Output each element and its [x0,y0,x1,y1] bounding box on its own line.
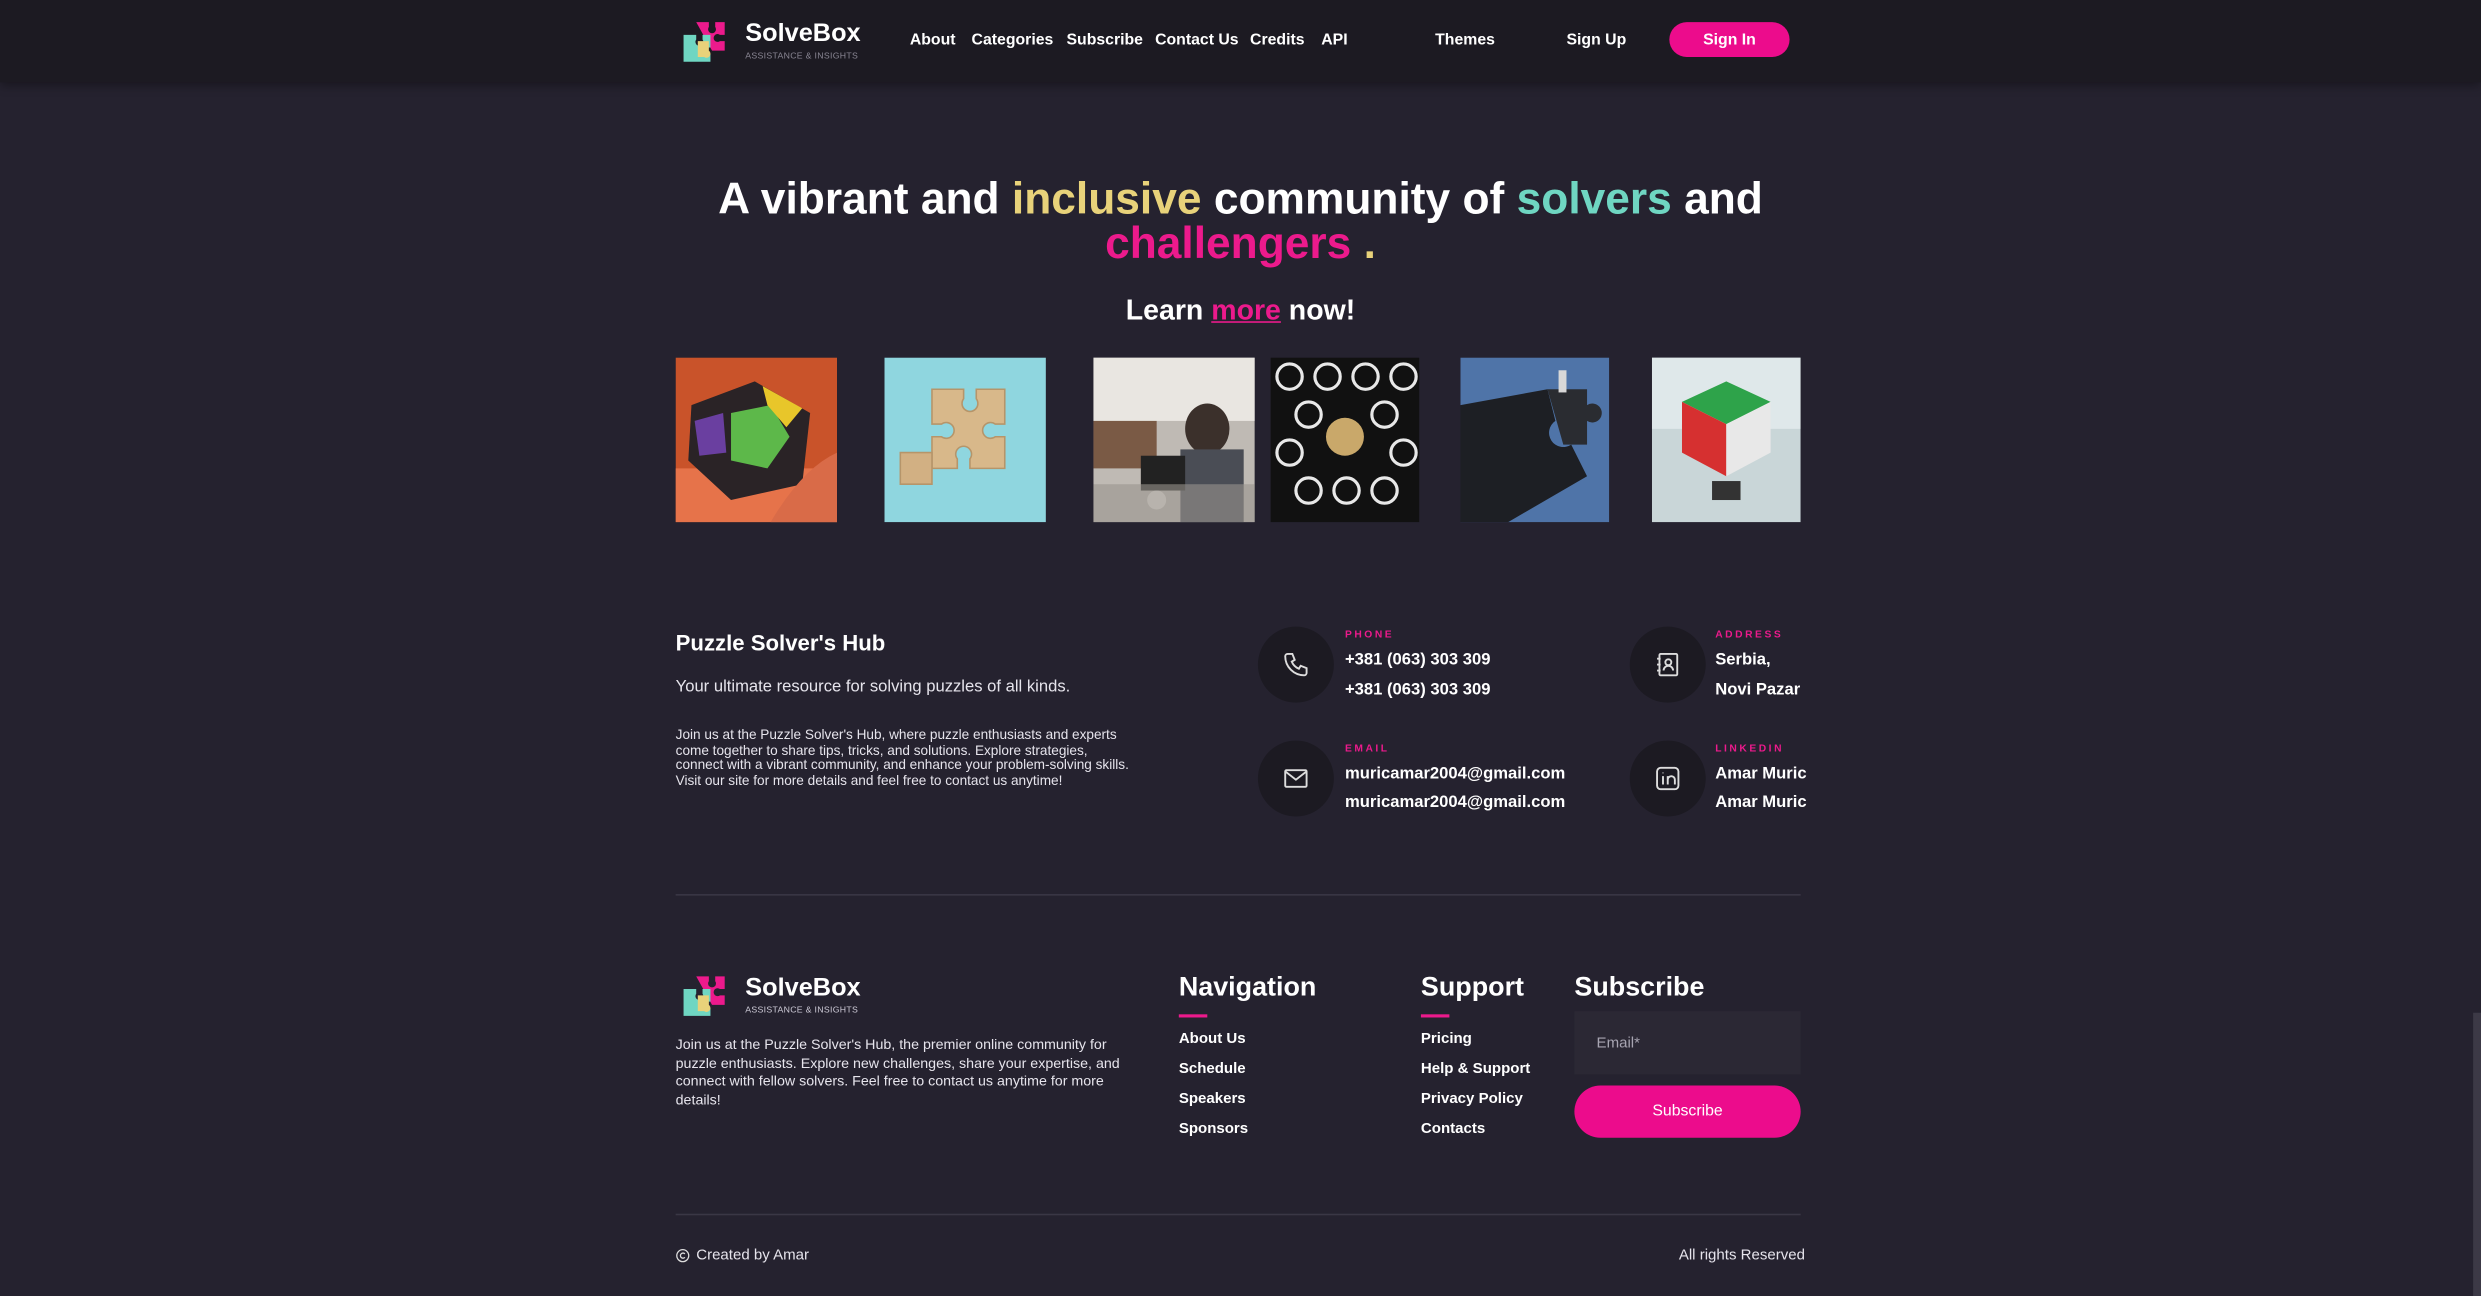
hero-heading-line1: A vibrant and inclusive community of sol… [608,174,1874,224]
brand-tagline: ASSISTANCE & INSIGHTS [745,52,859,62]
brand-name[interactable]: SolveBox [745,21,860,49]
footer-divider [675,1213,1801,1216]
hub-title: Puzzle Solver's Hub [675,629,886,656]
email-icon-circle [1257,740,1334,817]
nav-subscribe[interactable]: Subscribe [1066,32,1143,49]
support-underline [1420,1014,1450,1018]
signin-button[interactable]: Sign In [1669,22,1790,57]
linkedin-value-1[interactable]: Amar Muric [1715,764,1806,783]
brain-heads-pattern-image [1270,357,1420,523]
subscribe-heading: Subscribe [1574,971,1705,1002]
footer-link-contacts[interactable]: Contacts [1421,1120,1485,1137]
subscribe-email-input[interactable] [1574,1011,1801,1075]
linkedin-icon-circle [1629,740,1706,817]
copyright-icon [676,1249,690,1263]
footer-link-schedule[interactable]: Schedule [1179,1060,1246,1077]
nav-categories[interactable]: Categories [972,32,1054,49]
themes-button[interactable]: Themes [1435,32,1495,49]
hero-heading-line2: challengers . [608,218,1874,268]
address-book-icon [1657,652,1679,677]
mail-icon [1284,769,1308,788]
phone-icon [1284,652,1308,677]
logo-puzzle-icon[interactable] [680,16,734,63]
footer-link-sponsors[interactable]: Sponsors [1179,1120,1248,1137]
hub-subtitle: Your ultimate resource for solving puzzl… [675,677,1071,697]
footer-link-privacy-policy[interactable]: Privacy Policy [1421,1090,1523,1107]
linkedin-icon [1656,766,1680,791]
megaminx-puzzle-image [675,357,838,523]
address-line-1: Serbia, [1715,650,1771,670]
hero-text: and [1671,174,1763,224]
learn-text: Learn [1125,294,1212,326]
person-laptop-image [1093,357,1255,523]
top-navbar [0,0,2481,83]
email-value-1[interactable]: muricamar2004@gmail.com [1345,764,1565,783]
address-icon-circle [1629,626,1706,703]
hero-highlight-challengers: challengers [1105,218,1352,268]
footer-link-help-support[interactable]: Help & Support [1421,1060,1530,1077]
learn-more-line: Learn more now! [924,294,1557,327]
hero-highlight-inclusive: inclusive [1011,174,1202,224]
nav-contact-us[interactable]: Contact Us [1155,32,1239,49]
navigation-heading: Navigation [1178,971,1317,1002]
hero-text: community of [1201,174,1517,224]
dark-puzzle-piece-image [1460,357,1610,523]
footer-link-about-us[interactable]: About Us [1179,1030,1246,1047]
footer-link-speakers[interactable]: Speakers [1179,1090,1246,1107]
phone-value-2[interactable]: +381 (063) 303 309 [1345,680,1490,699]
email-label: EMAIL [1344,743,1390,755]
learn-more-link[interactable]: more [1211,294,1281,326]
wooden-jigsaw-image [884,357,1046,523]
phone-icon-circle [1257,626,1334,703]
email-value-2[interactable]: muricamar2004@gmail.com [1345,793,1565,812]
linkedin-label: LINKEDIN [1715,743,1785,755]
nav-api[interactable]: API [1321,32,1347,49]
hero-text: A vibrant and [718,174,1012,224]
nav-credits[interactable]: Credits [1250,32,1305,49]
subscribe-button[interactable]: Subscribe [1574,1085,1801,1138]
footer-link-pricing[interactable]: Pricing [1421,1030,1472,1047]
nav-about[interactable]: About [910,32,956,49]
address-label: ADDRESS [1715,629,1784,641]
footer-brand-tagline: ASSISTANCE & INSIGHTS [745,1006,859,1016]
rights-text: All rights Reserved [1678,1246,1805,1265]
hub-description: Join us at the Puzzle Solver's Hub, wher… [675,726,1129,788]
address-line-2: Novi Pazar [1715,680,1801,700]
footer-description: Join us at the Puzzle Solver's Hub, the … [675,1036,1120,1107]
navigation-underline [1178,1014,1208,1018]
footer-logo-puzzle-icon[interactable] [680,970,734,1017]
support-heading: Support [1420,971,1525,1002]
hero-period: . [1351,218,1376,268]
created-by-text: Created by Amar [696,1246,810,1265]
section-divider [675,894,1801,896]
rubiks-cube-image [1651,357,1801,523]
footer-brand-name[interactable]: SolveBox [745,975,860,1003]
learn-text: now! [1280,294,1356,326]
phone-label: PHONE [1344,629,1395,641]
linkedin-value-2[interactable]: Amar Muric [1715,793,1806,812]
signup-link[interactable]: Sign Up [1566,32,1626,49]
phone-value-1[interactable]: +381 (063) 303 309 [1345,650,1490,669]
page-scrollbar[interactable] [2473,1012,2481,1296]
hero-highlight-solvers: solvers [1516,174,1672,224]
